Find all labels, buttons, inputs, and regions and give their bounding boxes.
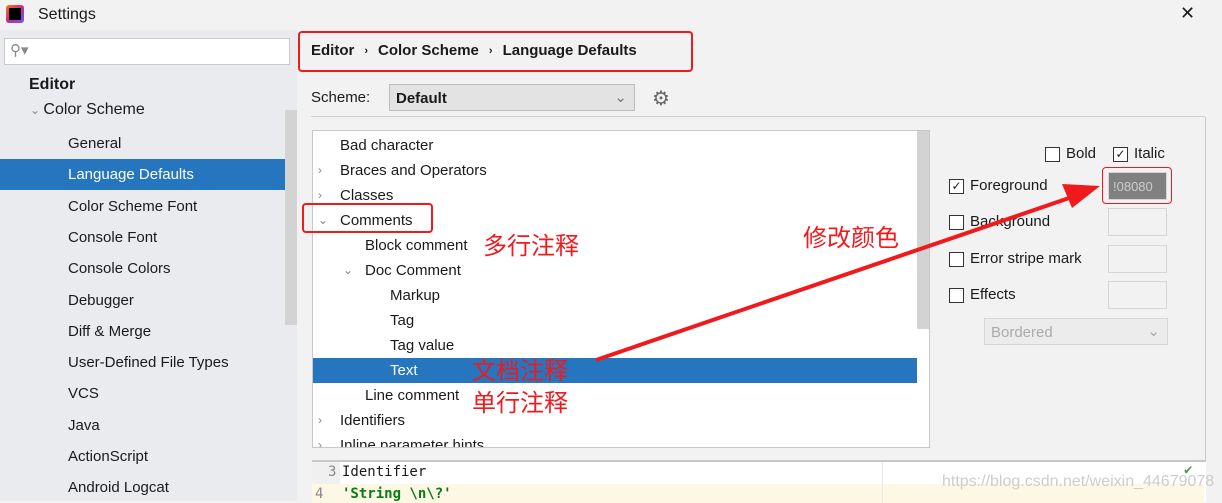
code-line: 'String \n\?' — [342, 486, 452, 502]
right-margin — [882, 462, 883, 503]
annotation-arrow-icon — [595, 184, 1100, 362]
watermark: https://blog.csdn.net/weixin_44679078 — [942, 473, 1215, 490]
code-line: Identifier — [342, 464, 427, 480]
line-number: 3 — [328, 464, 337, 480]
line-number: 4 — [315, 486, 324, 502]
